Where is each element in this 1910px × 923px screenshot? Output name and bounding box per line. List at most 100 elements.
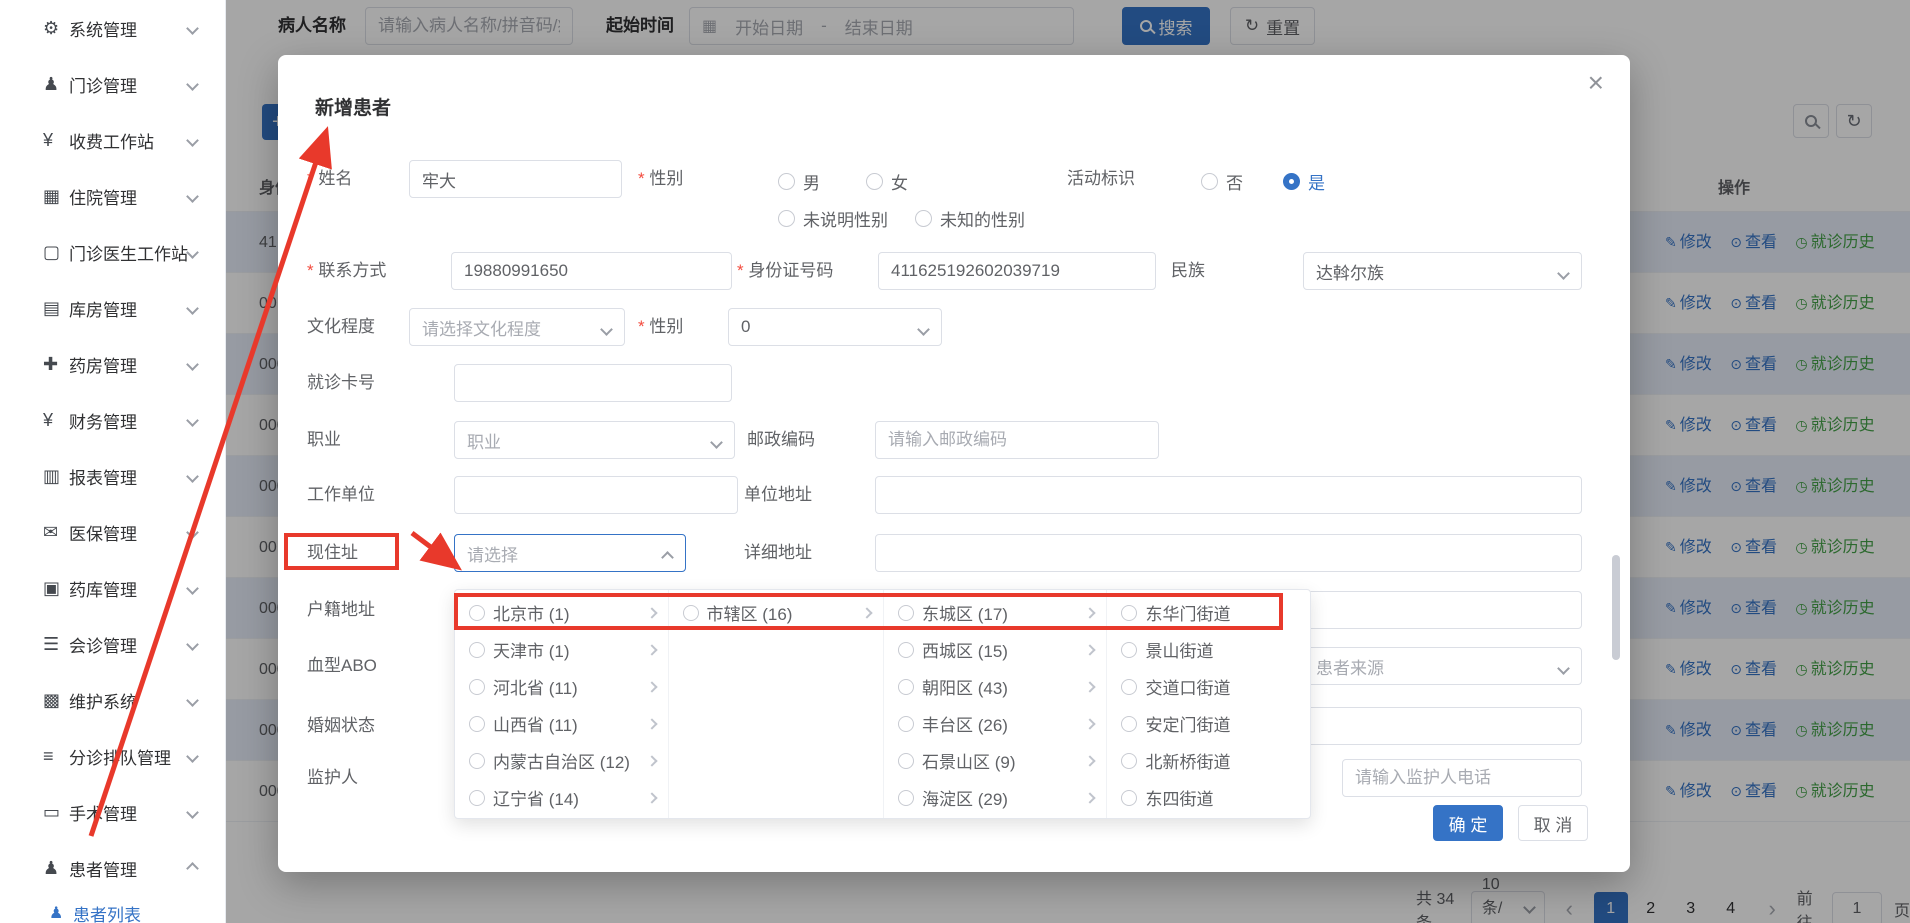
add-patient-dialog: 新增患者 × 姓名 性别 男 女 活动标识 否 是 未说明性别 未知的 — [278, 55, 1630, 872]
ethnicity-select[interactable]: 达斡尔族 — [1303, 252, 1582, 290]
sidebar-item[interactable]: ▣ 药库管理 — [0, 560, 225, 616]
dialog-title: 新增患者 — [315, 93, 391, 120]
sidebar-item[interactable]: ♟ 门诊管理 — [0, 56, 225, 112]
cascader-option[interactable]: 北新桥街道 — [1107, 742, 1310, 779]
menu-icon: ¥ — [43, 410, 69, 431]
cascader-option[interactable]: 西城区 (15) — [884, 631, 1106, 668]
sidebar-item[interactable]: ▥ 报表管理 — [0, 448, 225, 504]
radio-icon — [1121, 790, 1137, 806]
current-address-label: 现住址 — [307, 543, 358, 563]
gender-code-select[interactable]: 0 — [728, 308, 942, 346]
cascader-option[interactable]: 辽宁省 (14) — [455, 779, 668, 816]
card-no-input[interactable] — [454, 364, 732, 402]
cascader-option[interactable]: 市辖区 (16) — [669, 594, 884, 631]
detail-address-input[interactable] — [875, 534, 1582, 572]
chevron-right-icon — [1085, 607, 1096, 618]
menu-icon: ≡ — [43, 746, 69, 767]
sidebar-item-label: 住院管理 — [69, 184, 137, 209]
close-icon[interactable]: × — [1588, 69, 1604, 97]
cancel-button[interactable]: 取 消 — [1518, 805, 1588, 841]
radio-icon — [866, 173, 883, 190]
cascader-option[interactable]: 东四街道 — [1107, 779, 1310, 816]
active-no-radio[interactable]: 否 — [1201, 169, 1243, 194]
cascader-option[interactable]: 交道口街道 — [1107, 668, 1310, 705]
radio-icon — [469, 716, 485, 732]
gender-male-radio[interactable]: 男 — [778, 169, 820, 194]
sidebar-item-label: 药库管理 — [69, 576, 137, 601]
sidebar-item[interactable]: ✉ 医保管理 — [0, 504, 225, 560]
chevron-icon — [186, 750, 199, 763]
unit-address-label: 单位地址 — [744, 485, 812, 505]
cascader-street-column: 东华门街道 景山街道 交道口街道 安定门街道 — [1107, 590, 1310, 818]
sidebar-item[interactable]: ¥ 财务管理 — [0, 392, 225, 448]
chevron-icon — [186, 414, 199, 427]
gender-unstated-radio[interactable]: 未说明性别 — [778, 206, 888, 231]
id-number-input[interactable] — [878, 252, 1156, 290]
menu-icon: ⚙ — [43, 18, 69, 39]
guardian-phone-input[interactable] — [1342, 759, 1582, 797]
sidebar-item[interactable]: ✚ 药房管理 — [0, 336, 225, 392]
cascader-city-column: 市辖区 (16) — [669, 590, 885, 818]
sidebar-item-label: 收费工作站 — [69, 128, 154, 153]
sidebar-item-label: 维护系统 — [69, 688, 137, 713]
postal-code-input[interactable] — [875, 421, 1159, 459]
sidebar-menu: ⚙ 系统管理 ♟ 门诊管理 ¥ 收费工作站 ▦ — [0, 0, 225, 896]
sidebar-item[interactable]: ▩ 维护系统 — [0, 672, 225, 728]
blood-type-label: 血型ABO — [307, 656, 377, 676]
confirm-button[interactable]: 确 定 — [1433, 805, 1503, 841]
chevron-icon — [186, 302, 199, 315]
chevron-right-icon — [1085, 718, 1096, 729]
menu-icon: ♟ — [43, 858, 69, 879]
name-label: 姓名 — [307, 169, 352, 189]
row10-right-input[interactable] — [1293, 707, 1582, 745]
name-input[interactable] — [409, 160, 622, 198]
cascader-option[interactable]: 石景山区 (9) — [884, 742, 1106, 779]
sidebar-item[interactable]: ♟ 患者管理 — [0, 840, 225, 896]
menu-icon: ♟ — [43, 74, 69, 95]
sidebar-item[interactable]: ☰ 会诊管理 — [0, 616, 225, 672]
cascader-option[interactable]: 河北省 (11) — [455, 668, 668, 705]
gender-unknown-radio[interactable]: 未知的性别 — [915, 206, 1025, 231]
cascader-option[interactable]: 内蒙古自治区 (12) — [455, 742, 668, 779]
sidebar-item[interactable]: ⚙ 系统管理 — [0, 0, 225, 56]
patient-source-select[interactable]: 患者来源 — [1303, 647, 1582, 685]
radio-icon — [898, 679, 914, 695]
gender-female-radio[interactable]: 女 — [866, 169, 908, 194]
cascader-option[interactable]: 东城区 (17) — [884, 594, 1106, 631]
sidebar-item[interactable]: ▢ 门诊医生工作站 — [0, 224, 225, 280]
household-address-label: 户籍地址 — [307, 600, 375, 620]
chevron-icon — [186, 470, 199, 483]
contact-input[interactable] — [451, 252, 732, 290]
chevron-right-icon — [646, 644, 657, 655]
cascader-option[interactable]: 朝阳区 (43) — [884, 668, 1106, 705]
sidebar-item[interactable]: ▭ 手术管理 — [0, 784, 225, 840]
chevron-icon — [186, 358, 199, 371]
sidebar-item-patient-list[interactable]: ♟ 患者列表 — [0, 896, 225, 923]
cascader-option[interactable]: 东华门街道 — [1107, 594, 1310, 631]
cascader-option[interactable]: 北京市 (1) — [455, 594, 668, 631]
cascader-option[interactable]: 丰台区 (26) — [884, 705, 1106, 742]
current-address-select[interactable]: 请选择 — [454, 534, 686, 572]
work-unit-input[interactable] — [454, 476, 738, 514]
sidebar-item[interactable]: ▤ 库房管理 — [0, 280, 225, 336]
occupation-select[interactable]: 职业 — [454, 421, 735, 459]
sidebar-item[interactable]: ¥ 收费工作站 — [0, 112, 225, 168]
modal-scrollbar[interactable] — [1612, 555, 1620, 660]
menu-icon: ✉ — [43, 522, 69, 543]
unit-address-input[interactable] — [875, 476, 1582, 514]
active-yes-radio[interactable]: 是 — [1283, 169, 1325, 194]
chevron-icon — [186, 526, 199, 539]
cascader-option[interactable]: 山西省 (11) — [455, 705, 668, 742]
sidebar-item-label: 会诊管理 — [69, 632, 137, 657]
education-select[interactable]: 请选择文化程度 — [409, 308, 625, 346]
sidebar-item[interactable]: ▦ 住院管理 — [0, 168, 225, 224]
sidebar-item[interactable]: ≡ 分诊排队管理 — [0, 728, 225, 784]
marital-status-label: 婚姻状态 — [307, 716, 375, 736]
cascader-option[interactable]: 海淀区 (29) — [884, 779, 1106, 816]
cascader-district-column: 东城区 (17) 西城区 (15) 朝阳区 (43) — [884, 590, 1107, 818]
cascader-option[interactable]: 安定门街道 — [1107, 705, 1310, 742]
cascader-option[interactable]: 天津市 (1) — [455, 631, 668, 668]
radio-icon — [915, 210, 932, 227]
sidebar-item-label: 门诊管理 — [69, 72, 137, 97]
cascader-option[interactable]: 景山街道 — [1107, 631, 1310, 668]
